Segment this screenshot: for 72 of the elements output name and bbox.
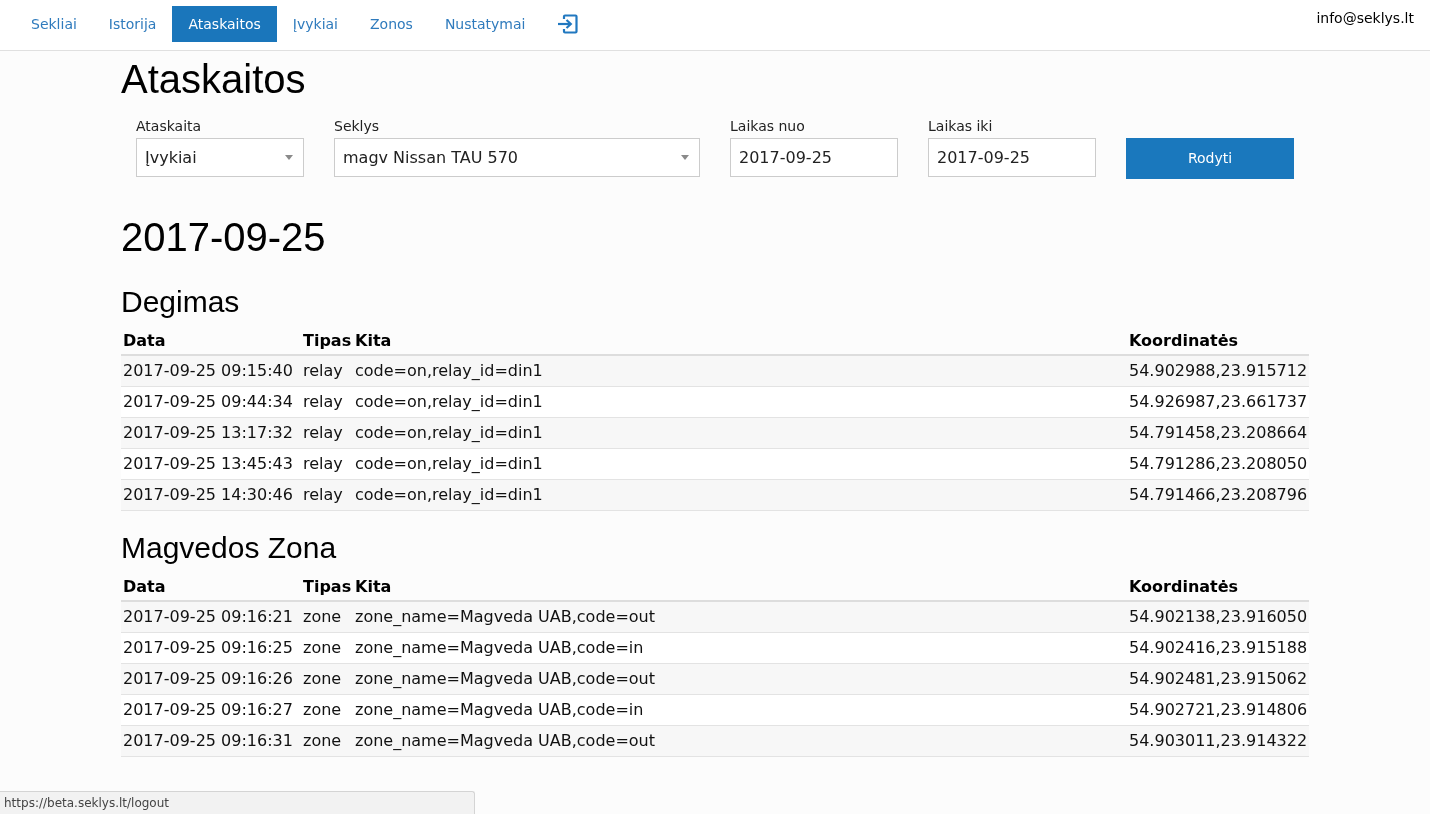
table-cell: relay (301, 479, 353, 511)
table-cell: code=on,relay_id=din1 (353, 386, 1127, 418)
column-header: Tipas (301, 328, 353, 355)
column-header: Tipas (301, 574, 353, 601)
column-header: Koordinatės (1127, 328, 1309, 355)
table-cell: zone (301, 663, 353, 695)
table-cell: 2017-09-25 09:16:21 (121, 601, 301, 633)
table-cell: zone_name=Magveda UAB,code=out (353, 601, 1127, 633)
table-cell: zone_name=Magveda UAB,code=in (353, 632, 1127, 664)
table-cell: zone (301, 632, 353, 664)
table-cell: 54.902138,23.916050 (1127, 601, 1309, 633)
table-cell: relay (301, 355, 353, 387)
table-cell: 54.902988,23.915712 (1127, 355, 1309, 387)
table-cell: 54.902481,23.915062 (1127, 663, 1309, 695)
field-label: Ataskaita (136, 117, 203, 136)
table-cell: 54.791286,23.208050 (1127, 448, 1309, 480)
date-field[interactable]: 2017-09-25 (730, 138, 898, 177)
column-header: Data (121, 574, 301, 601)
caret-icon (285, 155, 293, 160)
submit-button[interactable]: Rodyti (1126, 138, 1294, 179)
nav-tab[interactable]: Nustatymai (428, 6, 542, 42)
report-date-heading: 2017-09-25 (121, 215, 327, 259)
table-cell: 2017-09-25 09:16:27 (121, 694, 301, 726)
table-cell: 2017-09-25 09:16:25 (121, 632, 301, 664)
table-cell: 2017-09-25 09:16:31 (121, 725, 301, 757)
table-cell: relay (301, 386, 353, 418)
nav-tab[interactable]: Ataskaitos (172, 6, 277, 42)
table-cell: 54.791466,23.208796 (1127, 479, 1309, 511)
table-cell: zone_name=Magveda UAB,code=out (353, 663, 1127, 695)
field-label: Laikas iki (928, 117, 994, 136)
table-cell: 2017-09-25 14:30:46 (121, 479, 301, 511)
nav-tab[interactable]: Zonos (354, 6, 429, 42)
table-cell: 54.902416,23.915188 (1127, 632, 1309, 664)
table-cell: code=on,relay_id=din1 (353, 479, 1127, 511)
date-field[interactable]: 2017-09-25 (928, 138, 1096, 177)
field-label: Seklys (334, 117, 381, 136)
table-cell: zone (301, 725, 353, 757)
column-header: Data (121, 328, 301, 355)
table-cell: zone (301, 601, 353, 633)
table-cell: 54.903011,23.914322 (1127, 725, 1309, 757)
column-header: Kita (353, 574, 1127, 601)
select-field[interactable]: magv Nissan TAU 570 (334, 138, 700, 177)
table-cell: relay (301, 448, 353, 480)
table-cell: zone_name=Magveda UAB,code=out (353, 725, 1127, 757)
table-cell: code=on,relay_id=din1 (353, 448, 1127, 480)
column-header: Koordinatės (1127, 574, 1309, 601)
table-cell: relay (301, 417, 353, 449)
account-email: info@seklys.lt (1316, 9, 1415, 28)
table-cell: 54.791458,23.208664 (1127, 417, 1309, 449)
table-cell: 2017-09-25 13:17:32 (121, 417, 301, 449)
nav-tab[interactable]: Įvykiai (276, 6, 354, 42)
table-cell: zone_name=Magveda UAB,code=in (353, 694, 1127, 726)
page-title: Ataskaitos (121, 57, 307, 101)
table-cell: 2017-09-25 09:44:34 (121, 386, 301, 418)
select-field[interactable]: Įvykiai (136, 138, 304, 177)
table-cell: 54.902721,23.914806 (1127, 694, 1309, 726)
column-header: Kita (353, 328, 1127, 355)
table-cell: 2017-09-25 09:15:40 (121, 355, 301, 387)
nav-tab[interactable]: Istorija (92, 6, 173, 42)
table-cell: 54.926987,23.661737 (1127, 386, 1309, 418)
caret-icon (681, 155, 689, 160)
table-cell: 2017-09-25 13:45:43 (121, 448, 301, 480)
table-cell: code=on,relay_id=din1 (353, 355, 1127, 387)
status-bar-url: https://beta.seklys.lt/logout (0, 791, 475, 814)
field-label: Laikas nuo (730, 117, 806, 136)
section-heading: Degimas (121, 285, 241, 318)
table-cell: code=on,relay_id=din1 (353, 417, 1127, 449)
table-cell: 2017-09-25 09:16:26 (121, 663, 301, 695)
arrow-into-box-icon[interactable] (557, 14, 579, 34)
nav-tab[interactable]: Sekliai (15, 6, 93, 42)
section-heading: Magvedos Zona (121, 531, 338, 564)
table-cell: zone (301, 694, 353, 726)
